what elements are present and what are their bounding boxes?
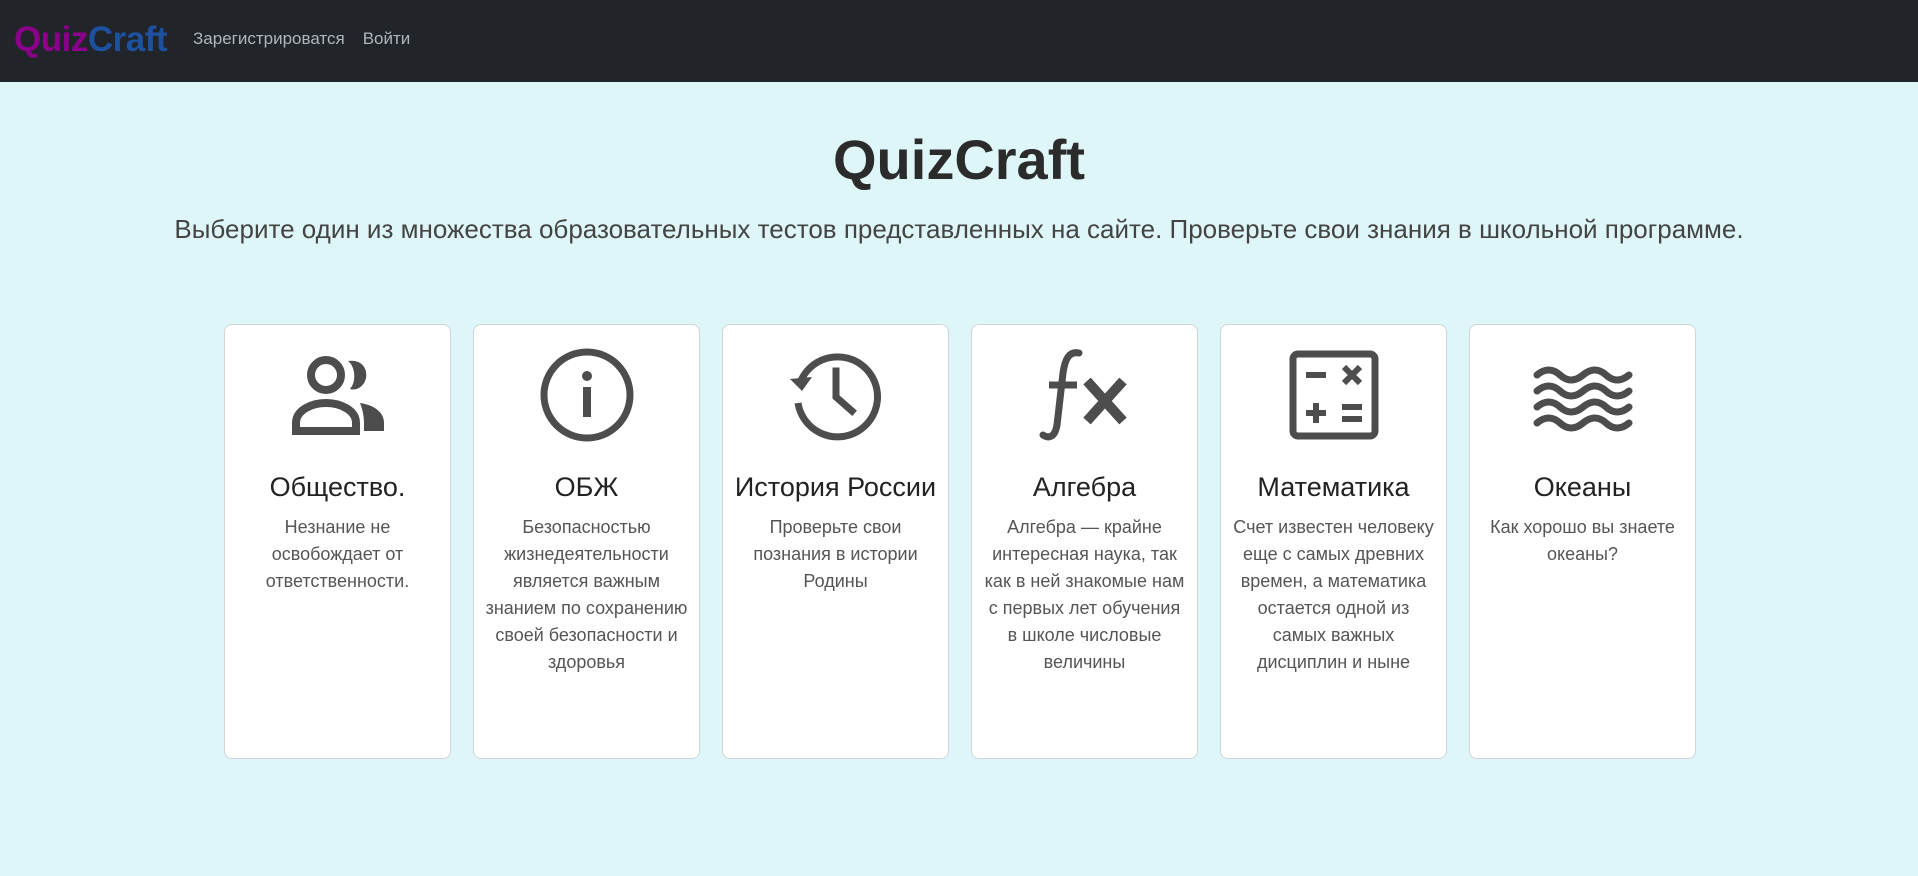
- page-subtitle: Выберите один из множества образовательн…: [174, 214, 1744, 244]
- brand-part-quiz: Quiz: [14, 19, 88, 59]
- quiz-card-title: Океаны: [1533, 472, 1632, 502]
- top-navbar: QuizCraft Зарегистрироватся Войти: [0, 0, 1918, 82]
- brand-part-craft: Craft: [87, 19, 168, 59]
- quiz-card-society[interactable]: Общество. Незнание не освобождает от отв…: [224, 324, 451, 759]
- quiz-card-history[interactable]: История России Проверьте свои познания в…: [722, 324, 949, 759]
- quiz-card-desc: Алгебра — крайне интересная наука, так к…: [984, 517, 1185, 672]
- quiz-card-desc: Счет известен человеку еще с самых древн…: [1233, 517, 1434, 672]
- quiz-card-desc: Безопасностью жизнедеятельности является…: [485, 517, 688, 672]
- people-icon: [291, 356, 384, 435]
- quiz-card-title: История России: [734, 472, 937, 502]
- hero-section: QuizCraft Выберите один из множества обр…: [0, 82, 1918, 246]
- quiz-card-title: Алгебра: [1032, 472, 1137, 502]
- quiz-card-desc: Как хорошо вы знаете океаны?: [1490, 517, 1675, 564]
- quiz-card-title: Общество.: [269, 472, 406, 502]
- quiz-card-math[interactable]: Математика Счет известен человеку еще с …: [1220, 324, 1447, 759]
- quiz-card-obzh[interactable]: ОБЖ Безопасностью жизнедеятельности явля…: [473, 324, 700, 759]
- info-icon: [540, 348, 633, 442]
- login-link[interactable]: Войти: [363, 29, 411, 49]
- page-title: QuizCraft: [833, 128, 1085, 191]
- quiz-cards: Общество. Незнание не освобождает от отв…: [224, 324, 1696, 759]
- quiz-card-algebra[interactable]: Алгебра Алгебра — крайне интересная наук…: [971, 324, 1198, 759]
- calculator-icon: [1289, 350, 1378, 440]
- register-link[interactable]: Зарегистрироватся: [193, 29, 345, 49]
- quiz-card-title: ОБЖ: [554, 472, 619, 502]
- quiz-card-desc: Проверьте свои познания в истории Родины: [753, 517, 918, 591]
- brand-logo[interactable]: QuizCraft: [14, 19, 168, 60]
- quiz-card-oceans[interactable]: Океаны Как хорошо вы знаете океаны?: [1469, 324, 1696, 759]
- waves-icon: [1533, 366, 1632, 432]
- quiz-card-desc: Незнание не освобождает от ответственнос…: [265, 517, 410, 591]
- history-icon: [789, 353, 881, 441]
- function-icon: [1039, 349, 1127, 441]
- quiz-card-title: Математика: [1257, 472, 1410, 502]
